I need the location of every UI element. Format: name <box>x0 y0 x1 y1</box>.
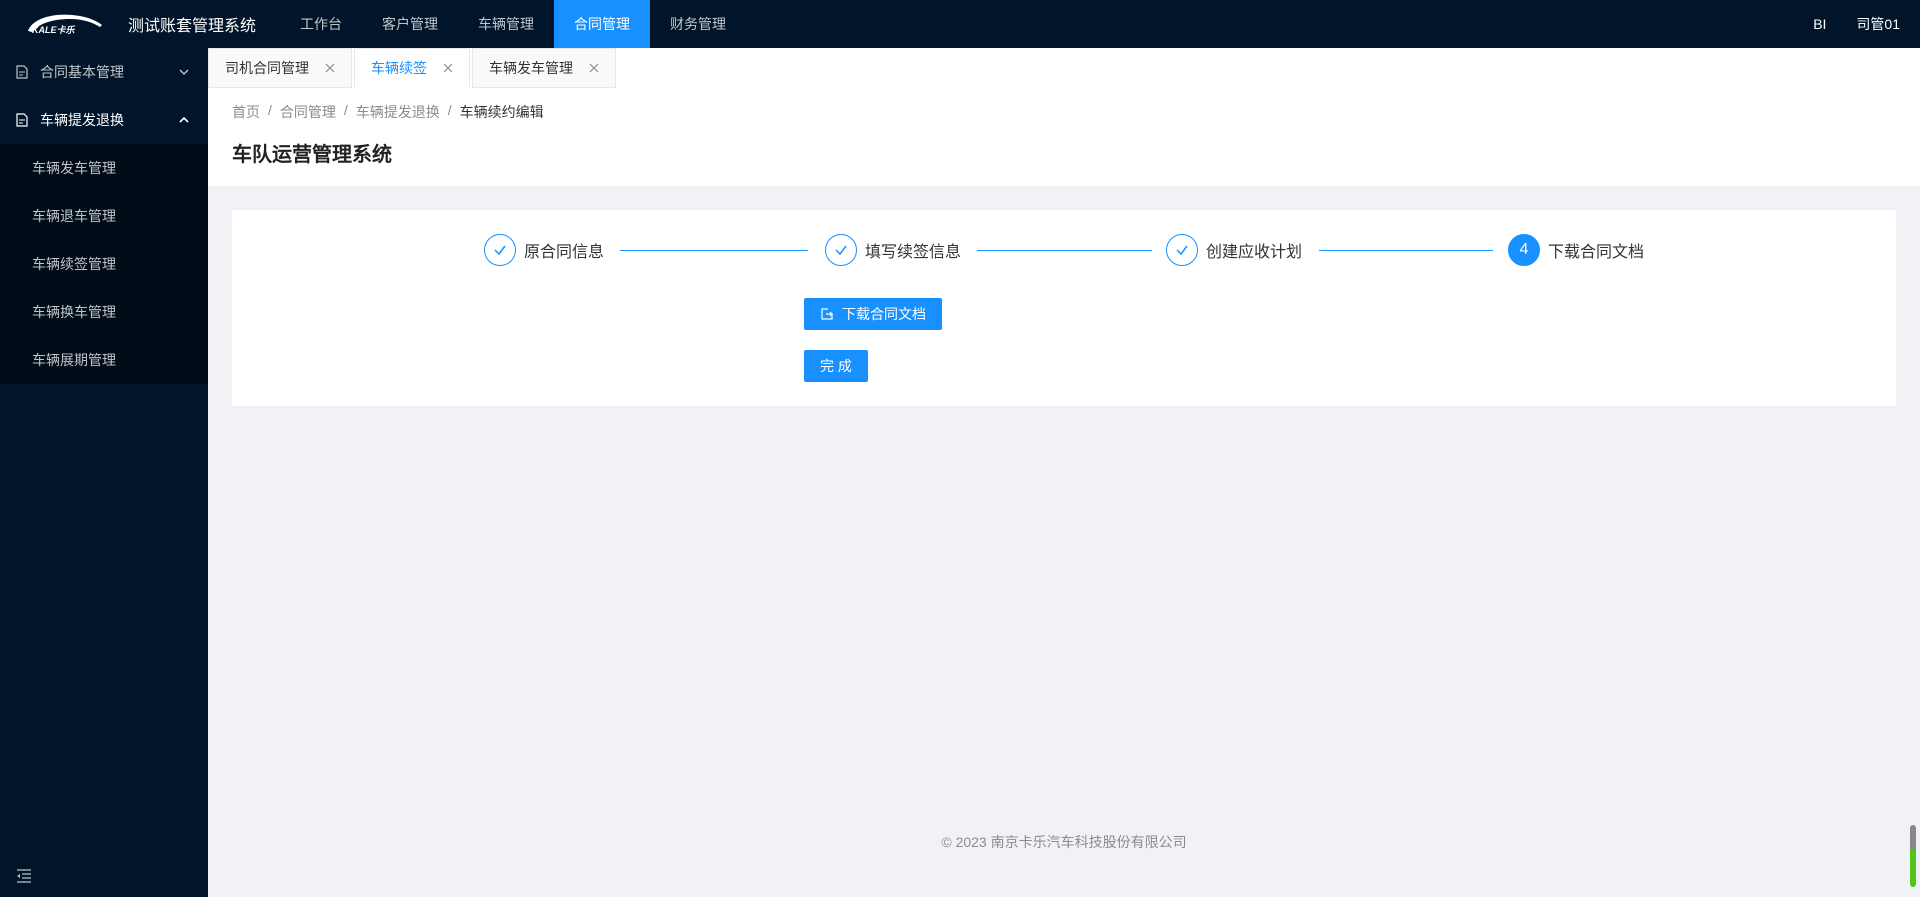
sidebar: 合同基本管理 车辆提发退换 车辆发车管理 车辆退车管理 车辆续签管理 车辆换车管… <box>0 48 208 897</box>
step-label: 下载合同文档 <box>1548 244 1645 261</box>
document-icon <box>16 113 28 127</box>
chevron-down-icon <box>179 69 189 75</box>
step-number: 4 <box>1508 234 1540 266</box>
tab-vehicle-renewal[interactable]: 车辆续签 <box>354 48 470 88</box>
tab-label: 车辆续签 <box>371 60 427 76</box>
tab-label: 车辆发车管理 <box>489 60 573 76</box>
sidebar-item-exchange[interactable]: 车辆换车管理 <box>0 288 208 336</box>
step-label: 原合同信息 <box>524 244 605 261</box>
footer: © 2023 南京卡乐汽车科技股份有限公司 <box>208 832 1920 852</box>
check-icon <box>1166 234 1198 266</box>
breadcrumb-separator: / <box>268 102 272 118</box>
bi-link[interactable]: BI <box>1813 16 1826 32</box>
step-connector <box>620 250 808 251</box>
nav-item-finance[interactable]: 财务管理 <box>650 0 746 48</box>
close-icon[interactable] <box>443 63 453 73</box>
nav-item-vehicles[interactable]: 车辆管理 <box>458 0 554 48</box>
nav-item-contracts[interactable]: 合同管理 <box>554 0 651 48</box>
tab-driver-contracts[interactable]: 司机合同管理 <box>208 48 352 88</box>
sidebar-group-vehicle-ops[interactable]: 车辆提发退换 <box>0 96 208 144</box>
sidebar-group-label: 合同基本管理 <box>40 64 124 80</box>
breadcrumb: 首页 / 合同管理 / 车辆提发退换 / 车辆续约编辑 <box>232 102 1896 122</box>
step-label: 创建应收计划 <box>1206 244 1303 261</box>
step-receivable-plan: 创建应收计划 <box>1166 234 1302 266</box>
app-title: 测试账套管理系统 <box>128 18 257 35</box>
sidebar-group-label: 车辆提发退换 <box>40 112 124 128</box>
tab-vehicle-dispatch[interactable]: 车辆发车管理 <box>472 48 616 88</box>
step-original-contract: 原合同信息 <box>484 234 604 266</box>
copyright-icon: © <box>941 834 952 850</box>
page-title: 车队运营管理系统 <box>232 144 392 166</box>
footer-text: 2023 南京卡乐汽车科技股份有限公司 <box>955 834 1187 850</box>
chevron-up-icon <box>179 116 189 123</box>
breadcrumb-home[interactable]: 首页 <box>232 102 260 122</box>
step-connector <box>977 250 1152 251</box>
breadcrumb-current: 车辆续约编辑 <box>459 104 544 120</box>
sidebar-item-renewal[interactable]: 车辆续签管理 <box>0 240 208 288</box>
top-header: KALE卡乐 测试账套管理系统 工作台 客户管理 车辆管理 合同管理 财务管理 … <box>0 0 1920 48</box>
step-download-docs: 4 下载合同文档 <box>1508 234 1644 266</box>
check-icon <box>825 234 857 266</box>
sidebar-item-dispatch[interactable]: 车辆发车管理 <box>0 144 208 192</box>
sidebar-item-extension[interactable]: 车辆展期管理 <box>0 336 208 384</box>
tab-label: 司机合同管理 <box>225 60 309 76</box>
breadcrumb-separator: / <box>343 102 348 118</box>
sidebar-group-contract-basic[interactable]: 合同基本管理 <box>0 48 208 96</box>
user-name[interactable]: 司管01 <box>1856 14 1900 34</box>
document-icon <box>16 65 28 79</box>
sidebar-item-return[interactable]: 车辆退车管理 <box>0 192 208 240</box>
page-header: 首页 / 合同管理 / 车辆提发退换 / 车辆续约编辑 车队运营管理系统 <box>208 88 1920 186</box>
logo-text: KALE卡乐 <box>32 25 75 35</box>
export-icon <box>821 308 833 320</box>
breadcrumb-vehicle-ops[interactable]: 车辆提发退换 <box>356 102 440 122</box>
top-nav: 工作台 客户管理 车辆管理 合同管理 财务管理 <box>280 0 746 48</box>
download-button-label: 下载合同文档 <box>842 306 926 322</box>
header-right: BI 司管01 <box>1813 0 1900 48</box>
breadcrumb-contracts[interactable]: 合同管理 <box>280 102 336 122</box>
close-icon[interactable] <box>325 63 335 73</box>
nav-item-workbench[interactable]: 工作台 <box>280 0 362 48</box>
breadcrumb-separator: / <box>447 102 452 118</box>
step-connector <box>1319 250 1493 251</box>
company-logo[interactable]: KALE卡乐 <box>22 0 122 48</box>
menu-fold-icon[interactable] <box>16 869 32 883</box>
logo-graphic: KALE卡乐 <box>28 14 102 35</box>
download-contract-button[interactable]: 下载合同文档 <box>804 298 942 330</box>
step-label: 填写续签信息 <box>865 244 962 261</box>
close-icon[interactable] <box>589 63 599 73</box>
nav-item-customers[interactable]: 客户管理 <box>362 0 458 48</box>
sidebar-submenu: 车辆发车管理 车辆退车管理 车辆续签管理 车辆换车管理 车辆展期管理 <box>0 144 208 384</box>
steps-card: 原合同信息 填写续签信息 创建应收计划 4 下载合同文档 下载合同文档 完 成 <box>232 210 1896 406</box>
finish-button[interactable]: 完 成 <box>804 350 868 382</box>
check-icon <box>484 234 516 266</box>
steps: 原合同信息 填写续签信息 创建应收计划 4 下载合同文档 <box>232 234 1896 266</box>
step-renewal-info: 填写续签信息 <box>825 234 961 266</box>
scroll-indicator[interactable] <box>1910 825 1916 887</box>
page-tabs: 司机合同管理 车辆续签 车辆发车管理 <box>208 48 1920 88</box>
